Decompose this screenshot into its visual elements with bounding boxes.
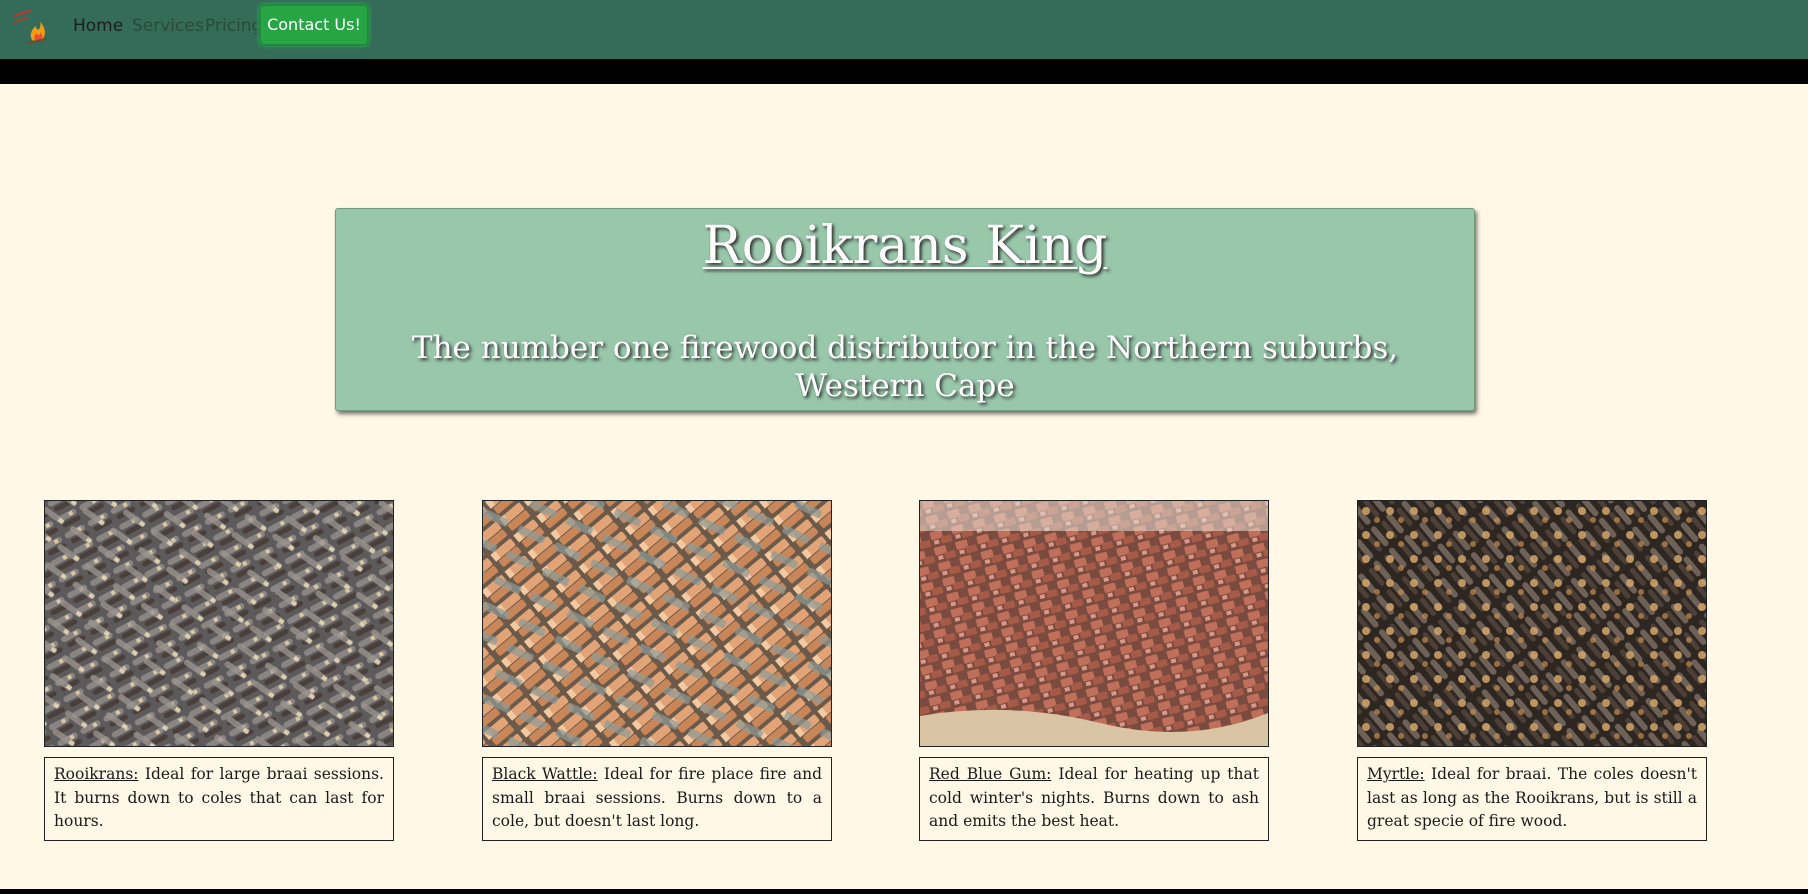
product-description: Rooikrans: Ideal for large braai session… — [44, 757, 394, 841]
footer-divider — [0, 889, 1808, 894]
hero-banner: Rooikrans King The number one firewood d… — [335, 208, 1475, 411]
contact-us-button[interactable]: Contact Us! — [259, 4, 369, 46]
nav-link-services[interactable]: Services — [132, 16, 204, 36]
product-card-rooikrans: Rooikrans: Ideal for large braai session… — [44, 500, 394, 841]
product-description: Myrtle: Ideal for braai. The coles doesn… — [1357, 757, 1707, 841]
wood-name-rooikrans: Rooikrans: — [54, 765, 139, 783]
hero-title: Rooikrans King — [702, 216, 1108, 276]
navbar: Home Services Pricing Contact Us! — [0, 0, 1808, 59]
product-card-black-wattle: Black Wattle: Ideal for fire place fire … — [482, 500, 832, 841]
product-description: Black Wattle: Ideal for fire place fire … — [482, 757, 832, 841]
campfire-logo-icon[interactable] — [10, 6, 50, 46]
nav-link-home[interactable]: Home — [73, 16, 123, 36]
red-blue-gum-firewood-photo — [919, 500, 1269, 747]
nav-link-pricing[interactable]: Pricing — [205, 16, 262, 36]
navbar-divider — [0, 59, 1808, 84]
wood-name-myrtle: Myrtle: — [1367, 765, 1425, 783]
product-card-myrtle: Myrtle: Ideal for braai. The coles doesn… — [1357, 500, 1707, 841]
myrtle-firewood-photo — [1357, 500, 1707, 747]
rooikrans-firewood-photo — [44, 500, 394, 747]
product-description: Red Blue Gum: Ideal for heating up that … — [919, 757, 1269, 841]
wood-name-black-wattle: Black Wattle: — [492, 765, 598, 783]
wood-name-red-blue-gum: Red Blue Gum: — [929, 765, 1052, 783]
product-card-red-blue-gum: Red Blue Gum: Ideal for heating up that … — [919, 500, 1269, 841]
hero-subtitle: The number one firewood distributor in t… — [411, 330, 1399, 404]
black-wattle-firewood-photo — [482, 500, 832, 747]
